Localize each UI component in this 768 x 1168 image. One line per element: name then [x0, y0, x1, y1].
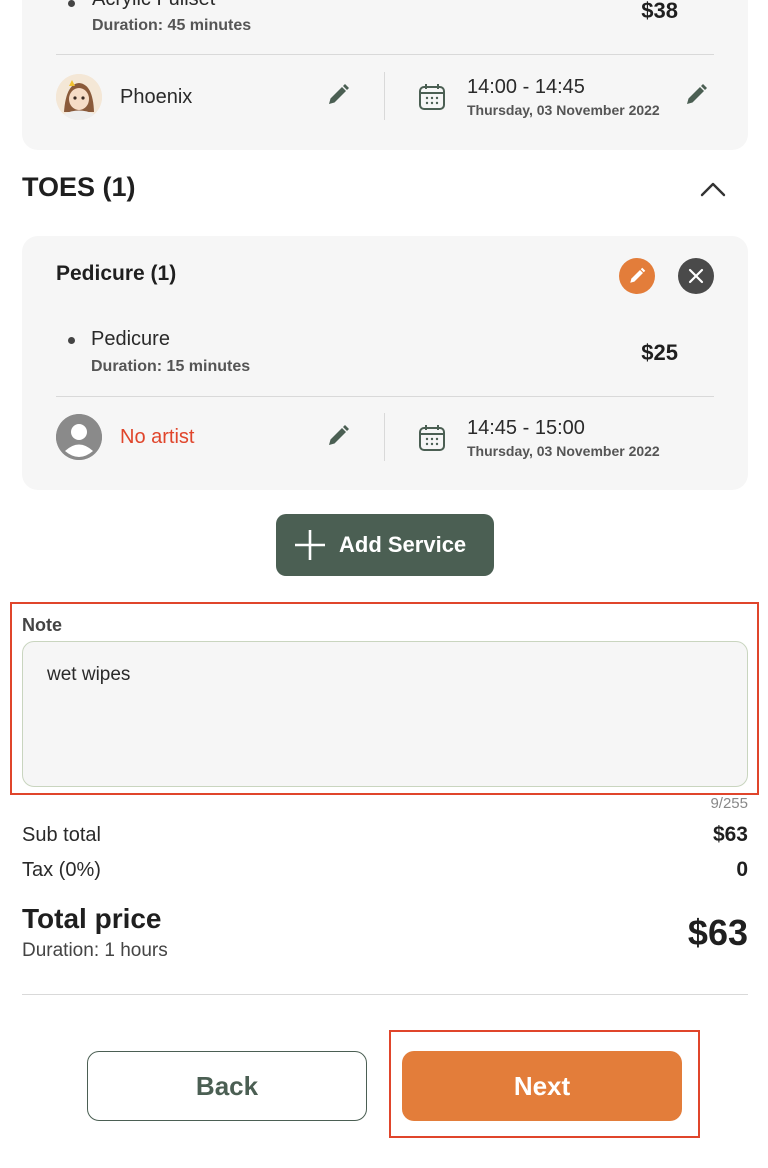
add-service-label: Add Service	[339, 532, 467, 557]
close-icon	[688, 268, 704, 284]
artist-name: No artist	[120, 426, 195, 448]
appointment-date: Thursday, 03 November 2022	[467, 102, 660, 118]
artist-name: Phoenix	[120, 86, 193, 108]
note-textarea[interactable]: wet wipes	[22, 641, 748, 787]
edit-group-button[interactable]	[619, 258, 655, 294]
divider	[22, 994, 748, 995]
divider	[56, 54, 714, 55]
add-service-button[interactable]: Add Service	[276, 514, 494, 576]
service-group-title: Pedicure (1)	[56, 262, 177, 285]
total-duration: Duration: 1 hours	[22, 940, 168, 961]
avatar-illustration	[56, 74, 102, 120]
subtotal-value: $63	[712, 823, 748, 846]
no-artist-avatar	[56, 414, 102, 460]
divider	[56, 396, 714, 397]
artist-avatar	[56, 74, 102, 120]
bullet	[68, 337, 75, 344]
appointment-time: 14:45 - 15:00	[467, 417, 585, 439]
pencil-icon	[630, 267, 646, 283]
tax-value: 0	[736, 858, 748, 881]
next-button[interactable]: Next	[402, 1051, 682, 1121]
vertical-divider	[384, 413, 385, 461]
edit-time-pencil-icon[interactable]	[684, 83, 708, 112]
section-title-toes: TOES (1)	[22, 172, 136, 202]
person-icon	[56, 414, 102, 460]
service-duration: Duration: 15 minutes	[91, 358, 251, 375]
note-label: Note	[22, 615, 62, 635]
service-name: Pedicure	[91, 328, 170, 350]
total-price-value: $63	[687, 912, 748, 953]
chevron-up-icon[interactable]	[700, 180, 726, 203]
total-price-label: Total price	[22, 903, 162, 934]
service-card-nails: Acrylic Fullset Duration: 45 minutes $38…	[22, 0, 748, 150]
plus-icon	[295, 530, 325, 560]
edit-artist-pencil-icon[interactable]	[326, 424, 350, 453]
remove-group-button[interactable]	[678, 258, 714, 294]
bullet	[68, 0, 75, 7]
service-price: $38	[641, 0, 678, 23]
vertical-divider	[384, 72, 385, 120]
tax-label: Tax (0%)	[22, 859, 101, 881]
service-duration: Duration: 45 minutes	[92, 17, 252, 34]
calendar-icon	[418, 82, 446, 117]
appointment-date: Thursday, 03 November 2022	[467, 443, 660, 459]
calendar-icon	[418, 423, 446, 458]
service-price: $25	[641, 340, 678, 365]
appointment-time: 14:00 - 14:45	[467, 76, 585, 98]
back-button[interactable]: Back	[87, 1051, 367, 1121]
service-name: Acrylic Fullset	[92, 0, 215, 11]
note-char-counter: 9/255	[710, 795, 748, 812]
edit-artist-pencil-icon[interactable]	[326, 83, 350, 112]
subtotal-label: Sub total	[22, 824, 101, 846]
